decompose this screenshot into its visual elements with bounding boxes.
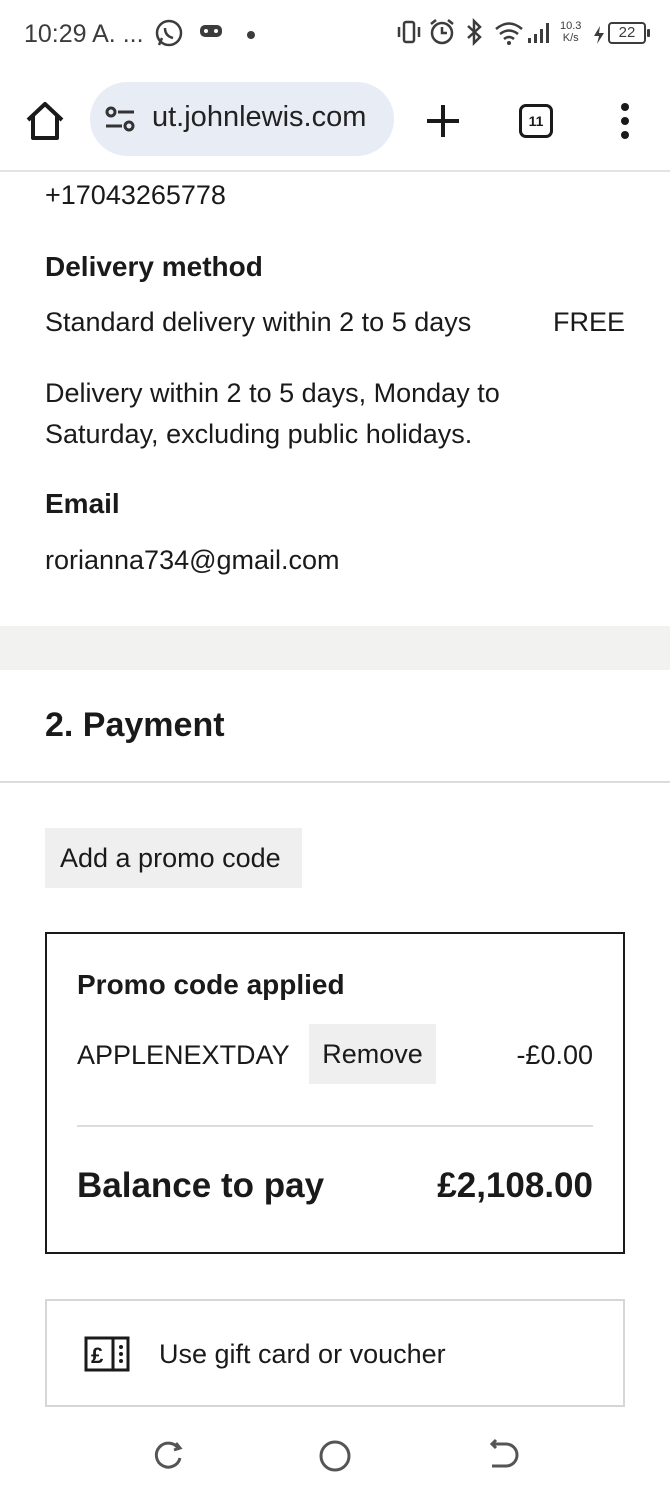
promo-applied-title: Promo code applied: [77, 969, 345, 1000]
charging-icon: [592, 24, 606, 52]
signal-icon: [526, 18, 552, 53]
payment-section-title: 2. Payment: [45, 706, 225, 744]
bluetooth-icon: [464, 17, 484, 53]
home-icon[interactable]: [22, 98, 68, 144]
vibrate-icon: [396, 18, 422, 53]
whatsapp-icon: [154, 18, 184, 55]
promo-discount: -£0.00: [516, 1040, 593, 1070]
svg-text:£: £: [91, 1343, 104, 1368]
gift-card-label: Use gift card or voucher: [159, 1339, 446, 1369]
back-icon[interactable]: [484, 1438, 520, 1474]
wifi-icon: [494, 18, 524, 53]
email-heading: Email: [45, 488, 120, 519]
balance-value: £2,108.00: [437, 1166, 593, 1205]
add-promo-code-button[interactable]: Add a promo code: [45, 828, 302, 888]
net-speed-unit: K/s: [562, 32, 579, 44]
gift-card-icon: £: [83, 1334, 131, 1374]
promo-divider: [77, 1125, 593, 1127]
net-speed-value: 10.3: [560, 20, 582, 32]
payment-title-divider: [0, 781, 670, 783]
recent-apps-icon[interactable]: [150, 1438, 186, 1474]
promo-summary-box: Promo code applied APPLENEXTDAY Remove -…: [45, 932, 625, 1254]
system-nav-bar: [0, 1410, 670, 1500]
status-bar: 10:29 A. ... 10.3 K/s 22: [0, 0, 670, 70]
remove-promo-button[interactable]: Remove: [309, 1024, 436, 1084]
url-text: ut.johnlewis.com: [152, 101, 367, 133]
balance-label: Balance to pay: [77, 1166, 325, 1205]
gift-card-voucher-button[interactable]: £ Use gift card or voucher: [45, 1299, 625, 1407]
delivery-price: FREE: [552, 307, 625, 337]
battery-indicator: 22: [608, 22, 650, 44]
status-time: 10:29 A. ...: [24, 20, 144, 48]
promo-code-value: APPLENEXTDAY: [77, 1040, 290, 1070]
delivery-method-text: Standard delivery within 2 to 5 days: [45, 307, 472, 337]
address-bar[interactable]: ut.johnlewis.com: [90, 82, 394, 156]
alarm-icon: [428, 18, 456, 53]
delivery-note-line-1: Delivery within 2 to 5 days, Monday to: [45, 378, 500, 408]
more-vert-icon[interactable]: [616, 100, 634, 142]
gamepad-icon: [198, 18, 224, 51]
delivery-note-line-2: Saturday, excluding public holidays.: [45, 419, 473, 449]
delivery-method-heading: Delivery method: [45, 251, 263, 282]
home-nav-icon[interactable]: [317, 1438, 353, 1474]
plus-icon[interactable]: [422, 100, 464, 142]
delivery-note: Delivery within 2 to 5 days, Monday to S…: [45, 373, 500, 455]
contact-phone: +17043265778: [45, 180, 226, 210]
email-value: rorianna734@gmail.com: [45, 545, 340, 575]
net-speed: 10.3 K/s: [560, 20, 581, 44]
browser-toolbar: ut.johnlewis.com 11: [0, 70, 670, 172]
section-divider: [0, 626, 670, 670]
dot-icon: [246, 22, 256, 50]
site-settings-icon[interactable]: [104, 104, 136, 134]
tab-switcher-icon[interactable]: 11: [519, 104, 553, 138]
